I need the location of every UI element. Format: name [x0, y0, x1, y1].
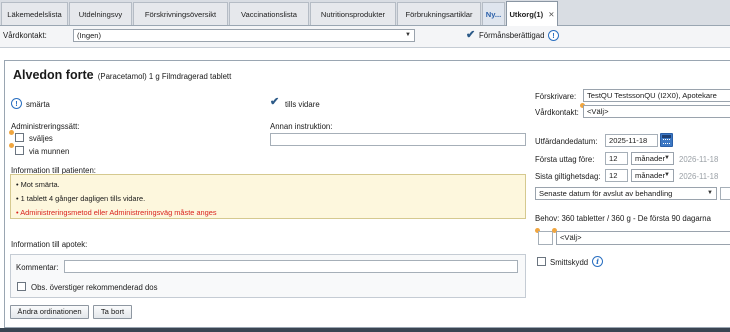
chevron-down-icon: ▼	[664, 155, 670, 161]
sista-giltighet-num[interactable]: 12	[605, 169, 628, 182]
behov-label: Behov: 360 tabletter / 360 g - De första…	[535, 214, 711, 223]
calendar-icon-header	[662, 135, 671, 138]
tab-ny[interactable]: Ny...	[482, 2, 505, 25]
tab-lakemedelslista[interactable]: Läkemedelslista	[1, 2, 68, 25]
admin-via-munnen-checkbox[interactable]	[15, 146, 24, 155]
forskrivare-select[interactable]: TestQU TestssonQU (I2X0), Apotekare	[583, 89, 730, 102]
formansberattigad-checkbox[interactable]: ✔	[466, 29, 476, 41]
senaste-datum-value: Senaste datum för avslut av behandling	[539, 189, 673, 198]
annan-instruktion-label: Annan instruktion:	[270, 122, 333, 131]
tills-vidare-checkbox[interactable]: ✔	[270, 96, 280, 108]
forsta-uttag-date: 2026-11-18	[679, 155, 719, 164]
sista-giltighet-label: Sista giltighetsdag:	[535, 172, 601, 181]
sista-giltighet-date: 2026-11-18	[679, 172, 719, 181]
vardkontakt-right-label: Vårdkontakt:	[535, 108, 579, 117]
utfardande-input[interactable]: 2025-11-18	[605, 134, 658, 147]
forsta-uttag-label: Första uttag före:	[535, 155, 595, 164]
vardkontakt-right-value: <Välj>	[587, 107, 609, 116]
smittskydd-checkbox[interactable]	[537, 257, 546, 266]
tab-utdelningsvy[interactable]: Utdelningsvy	[69, 2, 132, 25]
tab-label: Utdelningsvy	[78, 9, 123, 19]
apotek-label: Information till apotek:	[11, 240, 88, 249]
utfardande-label: Utfärdandedatum:	[535, 137, 598, 146]
forskrivare-value: TestQU TestssonQU (I2X0), Apotekare	[587, 91, 717, 100]
ta-bort-button[interactable]: Ta bort	[93, 305, 132, 319]
admin-via-munnen-label: via munnen	[29, 147, 70, 156]
senaste-datum-input[interactable]	[720, 187, 730, 200]
tab-forbrukningsartiklar[interactable]: Förbrukningsartiklar	[397, 2, 481, 25]
required-dot	[9, 130, 14, 135]
formansberattigad-label: Förmånsberättigad	[479, 31, 545, 40]
bottom-border	[0, 328, 730, 332]
smittskydd-label: Smittskydd	[550, 258, 589, 267]
tab-label: Läkemedelslista	[7, 9, 62, 19]
sista-giltighet-unit[interactable]: månader ▼	[631, 169, 674, 182]
admin-svaljes-label: sväljes	[29, 134, 53, 143]
tab-label: Förbrukningsartiklar	[405, 9, 473, 19]
forsta-uttag-unit-value: månader	[635, 154, 665, 163]
close-icon[interactable]: ✕	[548, 10, 554, 19]
indication-text: smärta	[26, 100, 50, 109]
tab-label: Vaccinationslista	[241, 9, 297, 19]
andra-ordinationen-button[interactable]: Ändra ordinationen	[10, 305, 89, 319]
calendar-icon[interactable]	[660, 133, 673, 147]
behov-input[interactable]	[538, 231, 553, 245]
admin-svaljes-checkbox[interactable]	[15, 133, 24, 142]
drug-title: Alvedon forte (Paracetamol) 1 g Filmdrag…	[13, 68, 231, 82]
admin-label: Administreringssätt:	[11, 122, 80, 131]
forsta-uttag-unit[interactable]: månader ▼	[631, 152, 674, 165]
vardkontakt-label: Vårdkontakt:	[3, 31, 47, 40]
tab-bar: Läkemedelslista Utdelningsvy Förskrivnin…	[0, 0, 730, 26]
obs-dos-label: Obs. överstiger rekommenderad dos	[31, 283, 158, 292]
sista-giltighet-unit-value: månader	[635, 171, 665, 180]
annan-instruktion-input[interactable]	[270, 133, 526, 146]
smittskydd-info-icon[interactable]: i	[592, 256, 603, 267]
chevron-down-icon: ▼	[707, 190, 713, 196]
forsta-uttag-num[interactable]: 12	[605, 152, 628, 165]
drug-name: Alvedon forte	[13, 68, 94, 82]
patient-info-line: • Mot smärta.	[16, 180, 60, 189]
required-dot	[9, 143, 14, 148]
vardkontakt-value: (Ingen)	[77, 31, 102, 40]
tab-utkorg[interactable]: Utkorg(1) ✕	[506, 1, 558, 26]
tab-nutritionsprodukter[interactable]: Nutritionsprodukter	[310, 2, 396, 25]
chevron-down-icon: ▼	[664, 172, 670, 178]
forskrivare-label: Förskrivare:	[535, 92, 577, 101]
drug-detail: (Paracetamol) 1 g Filmdragerad tablett	[97, 72, 232, 81]
tab-vaccinationslista[interactable]: Vaccinationslista	[229, 2, 309, 25]
behov-select[interactable]: <Välj>	[556, 231, 730, 245]
vardkontakt-select[interactable]: (Ingen) ▼	[73, 29, 415, 42]
patient-info-line: • 1 tablett 4 gånger dagligen tills vida…	[16, 194, 146, 203]
tab-label: Nutritionsprodukter	[320, 9, 386, 19]
obs-dos-checkbox[interactable]	[17, 282, 26, 291]
chevron-down-icon: ▼	[405, 32, 411, 38]
indication-info-icon[interactable]: !	[11, 98, 22, 109]
behov-select-value: <Välj>	[560, 233, 582, 242]
vardkontakt-right-select[interactable]: <Välj>	[583, 105, 730, 118]
calendar-icon-grid	[663, 139, 670, 144]
check-icon: ✔	[270, 96, 280, 108]
tills-vidare-label: tills vidare	[285, 100, 320, 109]
context-bar: Vårdkontakt: (Ingen) ▼ ✔ Förmånsberättig…	[0, 26, 730, 48]
check-icon: ✔	[466, 29, 476, 41]
tab-label: Utkorg(1)	[509, 9, 544, 19]
tab-label: Ny...	[485, 9, 502, 19]
kommentar-label: Kommentar:	[16, 263, 59, 272]
tab-forskrivningsoversikt[interactable]: Förskrivningsöversikt	[133, 2, 228, 25]
kommentar-input[interactable]	[64, 260, 518, 273]
tab-label: Förskrivningsöversikt	[144, 9, 217, 19]
info-icon[interactable]: !	[548, 30, 559, 41]
validation-error: • Administreringsmetod eller Administrer…	[16, 208, 217, 217]
senaste-datum-select[interactable]: Senaste datum för avslut av behandling ▼	[535, 187, 717, 200]
patient-info-box: • Mot smärta. • 1 tablett 4 gånger dagli…	[10, 174, 526, 219]
